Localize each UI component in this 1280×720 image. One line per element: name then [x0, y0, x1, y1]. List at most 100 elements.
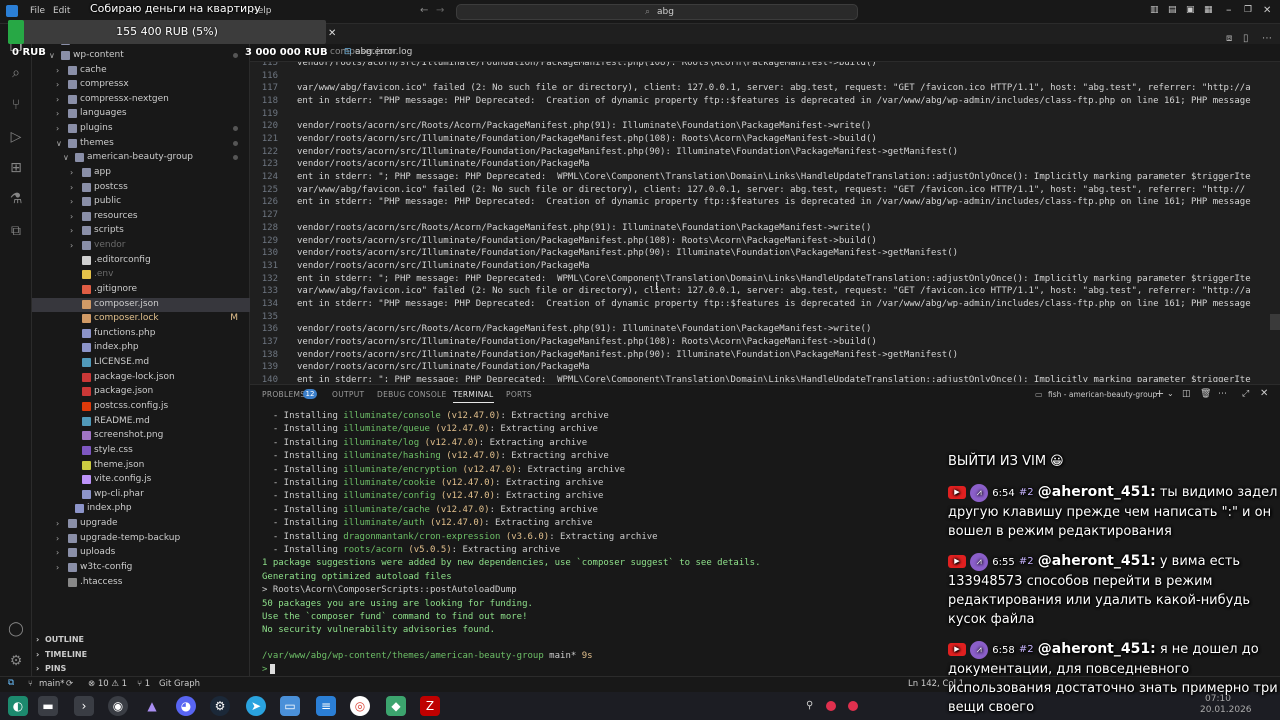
discord-icon[interactable]: ◕	[176, 696, 196, 716]
tab-problems[interactable]: PROBLEMS	[262, 390, 305, 399]
folder-item[interactable]: › cache	[32, 64, 250, 79]
forward-arrow-icon[interactable]: →	[436, 5, 444, 16]
vscode-taskbar-icon[interactable]: ≡	[316, 696, 336, 716]
filezilla-icon[interactable]: Z	[420, 696, 440, 716]
folder-item[interactable]: › uploads	[32, 546, 250, 561]
minimize-icon[interactable]: –	[1226, 3, 1232, 16]
folder-item[interactable]: › resources	[32, 210, 250, 225]
outline-section[interactable]: › OUTLINE	[32, 633, 250, 647]
layout-sidebar-icon[interactable]: ▥	[1150, 5, 1159, 15]
tray-record-icon[interactable]	[826, 701, 836, 711]
split-right-icon[interactable]: ▯	[1243, 33, 1249, 44]
obs-icon[interactable]: ◉	[108, 696, 128, 716]
scrollbar-thumb[interactable]	[1270, 314, 1280, 330]
folder-item[interactable]: › w3tc-config	[32, 561, 250, 576]
tab-output[interactable]: OUTPUT	[332, 390, 364, 399]
file-item[interactable]: LICENSE.md	[32, 356, 250, 371]
file-item[interactable]: wp-cli.phar	[32, 488, 250, 503]
back-arrow-icon[interactable]: ←	[420, 5, 428, 16]
folder-item[interactable]: › upgrade	[32, 517, 250, 532]
tray-icon[interactable]: ⚲	[806, 700, 813, 711]
close-panel-icon[interactable]: ✕	[1260, 388, 1268, 399]
folder-item[interactable]: › vendor	[32, 239, 250, 254]
run-debug-icon[interactable]: ▷	[7, 128, 25, 146]
split-editor-icon[interactable]: ⧈	[1226, 33, 1232, 44]
sync-icon[interactable]: ⟳	[66, 679, 73, 689]
telegram-icon[interactable]: ➤	[246, 696, 266, 716]
tab-terminal[interactable]: TERMINAL	[453, 390, 494, 403]
layout-panel-icon[interactable]: ▤	[1168, 5, 1177, 15]
pins-section[interactable]: › PINS	[32, 662, 250, 676]
tab-debug-console[interactable]: DEBUG CONSOLE	[377, 390, 447, 399]
extensions-icon[interactable]: ⊞	[7, 159, 25, 177]
folder-item[interactable]: › public	[32, 195, 250, 210]
problems-status[interactable]: ⊗ 10 ⚠ 1	[88, 679, 127, 689]
file-item[interactable]: .editorconfig	[32, 254, 250, 269]
folder-item[interactable]: › plugins	[32, 122, 250, 137]
restore-icon[interactable]: ❐	[1244, 5, 1252, 15]
file-item[interactable]: .htaccess	[32, 576, 250, 591]
split-terminal-icon[interactable]: ◫	[1182, 389, 1191, 399]
folder-item[interactable]: ∨ themes	[32, 137, 250, 152]
file-item[interactable]: .gitignore	[32, 283, 250, 298]
file-item[interactable]: .env	[32, 268, 250, 283]
testing-icon[interactable]: ⚗	[7, 190, 25, 208]
file-item[interactable]: screenshot.png	[32, 429, 250, 444]
folder-item[interactable]: ∨ american-beauty-group	[32, 151, 250, 166]
file-item[interactable]: postcss.config.js	[32, 400, 250, 415]
layout-secondary-icon[interactable]: ▣	[1186, 5, 1195, 15]
ports-status[interactable]: ⑂ 1	[137, 679, 150, 689]
settings-gear-icon[interactable]: ⚙	[7, 652, 25, 670]
source-control-icon[interactable]: ⑂	[7, 96, 25, 114]
remote-explorer-icon[interactable]: ⧉	[7, 222, 25, 240]
tab-abg-error-log[interactable]: abg.error.log	[355, 47, 412, 57]
file-item[interactable]: index.php	[32, 502, 250, 517]
folder-item[interactable]: › compressx-nextgen	[32, 93, 250, 108]
folder-item[interactable]: › app	[32, 166, 250, 181]
proton-vpn-icon[interactable]: ▲	[142, 696, 162, 716]
folder-item[interactable]: › upgrade-temp-backup	[32, 532, 250, 547]
folder-item[interactable]: › compressx	[32, 78, 250, 93]
file-item[interactable]: composer.lock M	[32, 312, 250, 327]
task-view-icon[interactable]: ▬	[38, 696, 58, 716]
start-menu-icon[interactable]: ◐	[8, 696, 28, 716]
remote-indicator-icon[interactable]: ⧉	[8, 678, 14, 688]
chevron-down-icon[interactable]: ⌄	[1167, 389, 1174, 398]
folder-item[interactable]: › postcss	[32, 181, 250, 196]
file-item[interactable]: composer.json	[32, 297, 250, 313]
file-item[interactable]: vite.config.js	[32, 473, 250, 488]
file-item[interactable]: README.md	[32, 415, 250, 430]
maximize-panel-icon[interactable]: ⤢	[1242, 389, 1249, 399]
file-item[interactable]: package.json	[32, 385, 250, 400]
command-center-search[interactable]: ⌕ abg	[456, 4, 858, 20]
file-item[interactable]: package-lock.json	[32, 371, 250, 386]
app-icon[interactable]: ◆	[386, 696, 406, 716]
close-icon[interactable]: ✕	[328, 28, 336, 39]
file-item[interactable]: functions.php	[32, 327, 250, 342]
terminal-app-icon[interactable]: ›	[74, 696, 94, 716]
file-manager-icon[interactable]: ▭	[280, 696, 300, 716]
file-item[interactable]: theme.json	[32, 459, 250, 474]
folder-item[interactable]: › languages	[32, 107, 250, 122]
tray-record-icon-2[interactable]	[848, 701, 858, 711]
git-graph-button[interactable]: Git Graph	[159, 679, 200, 689]
tab-ports[interactable]: PORTS	[506, 390, 532, 399]
steam-icon[interactable]: ⚙	[210, 696, 230, 716]
terminal-name[interactable]: fish - american-beauty-group	[1048, 390, 1157, 399]
close-window-icon[interactable]: ✕	[1263, 5, 1271, 16]
timeline-section[interactable]: › TIMELINE	[32, 648, 250, 662]
folder-item[interactable]: › scripts	[32, 224, 250, 239]
more-actions-icon[interactable]: ⋯	[1262, 33, 1272, 44]
terminal-line: - Installing roots/acorn (v5.0.5): Extra…	[262, 545, 561, 555]
customize-layout-icon[interactable]: ▦	[1204, 5, 1213, 15]
chrome-icon[interactable]: ◎	[350, 696, 370, 716]
branch-name[interactable]: main*	[39, 679, 65, 689]
more-icon[interactable]: ⋯	[1218, 389, 1227, 399]
account-icon[interactable]: ◯	[7, 620, 25, 638]
search-view-icon[interactable]: ⌕	[7, 64, 25, 82]
new-terminal-icon[interactable]: +	[1155, 387, 1164, 400]
kill-terminal-icon[interactable]: 🗑	[1200, 389, 1211, 399]
file-item[interactable]: index.php	[32, 341, 250, 356]
code-editor[interactable]: 115 vendor/roots/acorn/src/Illuminate/Fou…	[250, 62, 1280, 382]
file-item[interactable]: style.css	[32, 444, 250, 459]
